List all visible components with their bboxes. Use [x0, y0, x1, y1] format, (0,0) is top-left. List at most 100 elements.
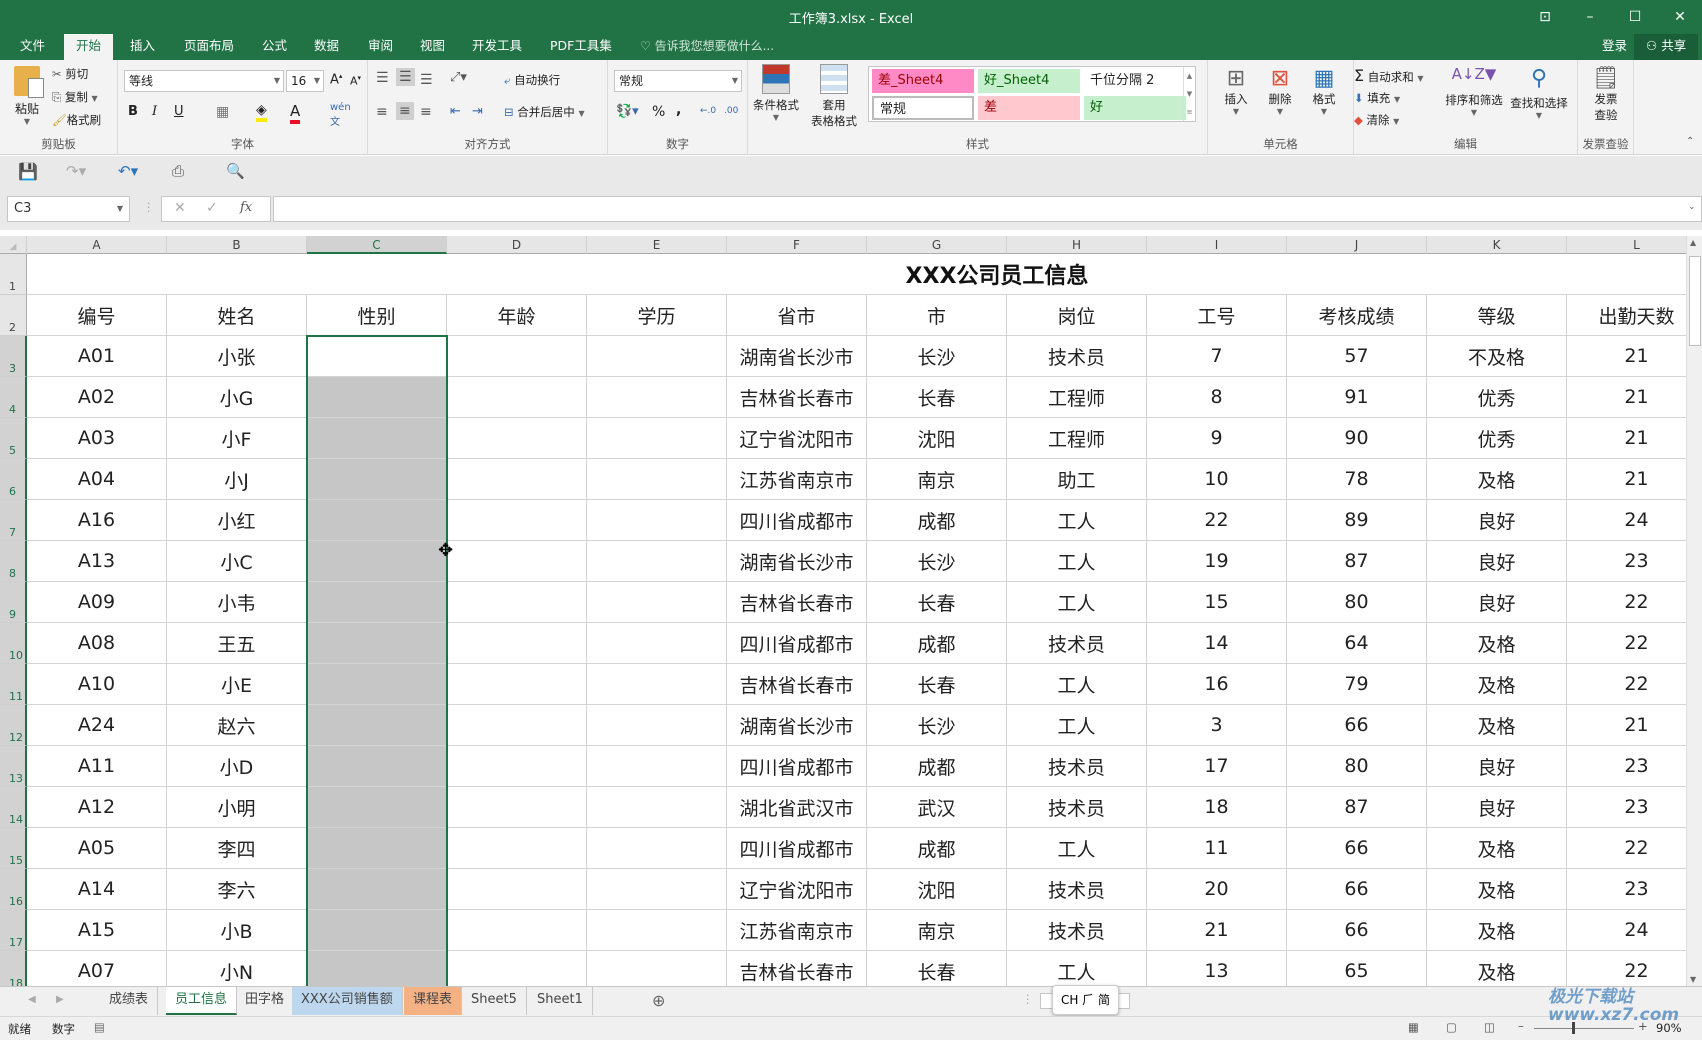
align-center-icon[interactable]: ≡ [396, 102, 414, 120]
cell-c17[interactable] [307, 910, 447, 951]
column-header-e[interactable]: E [587, 236, 727, 254]
header-cell[interactable]: 学历 [587, 295, 727, 336]
cell-b12[interactable]: 赵六 [167, 705, 307, 746]
sheet-tab-6[interactable]: Sheet1 [528, 987, 593, 1015]
cell-i8[interactable]: 19 [1147, 541, 1287, 582]
cell-l18[interactable]: 22 [1567, 951, 1686, 986]
cell-h5[interactable]: 工程师 [1007, 418, 1147, 459]
cell-f15[interactable]: 四川省成都市 [727, 828, 867, 869]
orientation-icon[interactable]: ⤢▾ [450, 70, 467, 85]
cell-d14[interactable] [447, 787, 587, 828]
cell-j11[interactable]: 79 [1287, 664, 1427, 705]
cell-e5[interactable] [587, 418, 727, 459]
cell-d9[interactable] [447, 582, 587, 623]
row-header-5[interactable]: 5 [0, 418, 27, 459]
cell-h4[interactable]: 工程师 [1007, 377, 1147, 418]
cell-l8[interactable]: 23 [1567, 541, 1686, 582]
cell-k7[interactable]: 良好 [1427, 500, 1567, 541]
cell-b15[interactable]: 李四 [167, 828, 307, 869]
cell-c3[interactable] [307, 336, 447, 377]
font-name-dropdown[interactable]: 等线 ▼ [124, 70, 284, 92]
invoice-check-button[interactable]: 🗒 发票 查验 [1586, 66, 1626, 123]
cell-i13[interactable]: 17 [1147, 746, 1287, 787]
cell-b14[interactable]: 小明 [167, 787, 307, 828]
cell-e10[interactable] [587, 623, 727, 664]
cell-l10[interactable]: 22 [1567, 623, 1686, 664]
cell-d10[interactable] [447, 623, 587, 664]
sheet-tab-1[interactable]: 员工信息 [166, 987, 238, 1015]
row-header-13[interactable]: 13 [0, 746, 27, 787]
formula-bar-grip[interactable]: ⋮ [143, 200, 155, 214]
cell-b17[interactable]: 小B [167, 910, 307, 951]
tab-split-grip[interactable]: ⋮ [1022, 992, 1034, 1006]
tab-page-layout[interactable]: 页面布局 [172, 34, 246, 60]
font-color-icon[interactable]: A [290, 102, 301, 124]
cancel-icon[interactable]: ✕ [174, 200, 186, 216]
tab-home[interactable]: 开始 [64, 34, 114, 60]
header-cell[interactable]: 市 [867, 295, 1007, 336]
ime-indicator[interactable]: CH ⺁ 简 [1052, 985, 1120, 1015]
cell-e15[interactable] [587, 828, 727, 869]
cell-k6[interactable]: 及格 [1427, 459, 1567, 500]
cell-h13[interactable]: 技术员 [1007, 746, 1147, 787]
increase-indent-icon[interactable]: ⇥ [472, 104, 483, 119]
tab-review[interactable]: 审阅 [356, 34, 405, 60]
decrease-decimal-icon[interactable]: .00 [724, 106, 738, 116]
tab-file[interactable]: 文件 [8, 34, 57, 60]
cell-f4[interactable]: 吉林省长春市 [727, 377, 867, 418]
comma-button[interactable]: , [676, 102, 681, 118]
find-select-button[interactable]: ⚲ 查找和选择 ▼ [1506, 66, 1572, 120]
cell-f11[interactable]: 吉林省长春市 [727, 664, 867, 705]
cell-j13[interactable]: 80 [1287, 746, 1427, 787]
cell-d6[interactable] [447, 459, 587, 500]
cell-g15[interactable]: 成都 [867, 828, 1007, 869]
cell-b5[interactable]: 小F [167, 418, 307, 459]
cell-k12[interactable]: 及格 [1427, 705, 1567, 746]
cell-c14[interactable] [307, 787, 447, 828]
collapse-ribbon-icon[interactable]: ⌃ [1686, 136, 1694, 147]
conditional-formatting-button[interactable]: 条件格式 ▼ [750, 64, 802, 122]
cell-f14[interactable]: 湖北省武汉市 [727, 787, 867, 828]
cell-k9[interactable]: 良好 [1427, 582, 1567, 623]
decrease-font-icon[interactable]: A▾ [350, 74, 361, 88]
row-header-8[interactable]: 8 [0, 541, 27, 582]
cell-b18[interactable]: 小N [167, 951, 307, 986]
cell-h3[interactable]: 技术员 [1007, 336, 1147, 377]
ribbon-display-options-icon[interactable]: ⊡ [1525, 4, 1565, 30]
cell-e6[interactable] [587, 459, 727, 500]
cell-j12[interactable]: 66 [1287, 705, 1427, 746]
row-header-4[interactable]: 4 [0, 377, 27, 418]
cell-g8[interactable]: 长沙 [867, 541, 1007, 582]
cell-l12[interactable]: 21 [1567, 705, 1686, 746]
row-header-16[interactable]: 16 [0, 869, 27, 910]
cell-d4[interactable] [447, 377, 587, 418]
cell-g5[interactable]: 沈阳 [867, 418, 1007, 459]
name-box[interactable]: C3 ▼ [7, 196, 130, 222]
cell-a5[interactable]: A03 [27, 418, 167, 459]
cell-k18[interactable]: 及格 [1427, 951, 1567, 986]
cell-a17[interactable]: A15 [27, 910, 167, 951]
cell-c8[interactable] [307, 541, 447, 582]
cell-f6[interactable]: 江苏省南京市 [727, 459, 867, 500]
cell-a14[interactable]: A12 [27, 787, 167, 828]
cell-e12[interactable] [587, 705, 727, 746]
cell-h17[interactable]: 技术员 [1007, 910, 1147, 951]
cell-i15[interactable]: 11 [1147, 828, 1287, 869]
cell-f9[interactable]: 吉林省长春市 [727, 582, 867, 623]
expand-formula-icon[interactable]: ⌄ [1688, 202, 1696, 212]
cell-f8[interactable]: 湖南省长沙市 [727, 541, 867, 582]
cell-b10[interactable]: 王五 [167, 623, 307, 664]
row-header-3[interactable]: 3 [0, 336, 27, 377]
cell-f5[interactable]: 辽宁省沈阳市 [727, 418, 867, 459]
cell-e8[interactable] [587, 541, 727, 582]
cell-g11[interactable]: 长春 [867, 664, 1007, 705]
column-header-d[interactable]: D [447, 236, 587, 254]
column-header-a[interactable]: A [27, 236, 167, 254]
cell-g4[interactable]: 长春 [867, 377, 1007, 418]
formula-input[interactable] [273, 196, 1702, 222]
column-header-l[interactable]: L [1567, 236, 1686, 254]
cell-e14[interactable] [587, 787, 727, 828]
format-cells-button[interactable]: ▦ 格式 ▼ [1304, 66, 1344, 116]
cell-j16[interactable]: 66 [1287, 869, 1427, 910]
cell-e16[interactable] [587, 869, 727, 910]
